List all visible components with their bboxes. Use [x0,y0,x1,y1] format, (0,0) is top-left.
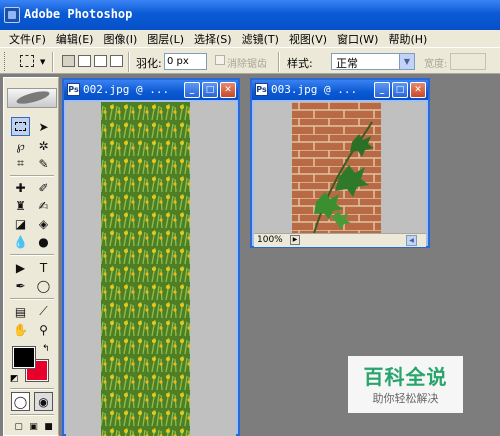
toolbox-header[interactable] [7,88,57,108]
watermark: 百科全说 助你轻松解决 [348,356,463,413]
menu-view[interactable]: 视图(V) [284,31,332,47]
document-window-002[interactable]: Ps 002.jpg @ ... _ □ ✕ [62,78,240,436]
eraser-tool-icon[interactable]: ◪ [11,214,30,233]
photoshop-feather-icon [15,88,51,107]
document-titlebar[interactable]: Ps 002.jpg @ ... _ □ ✕ [64,80,238,100]
toolbox-separator [10,414,54,416]
menu-image[interactable]: 图像(I) [98,31,142,47]
hand-tool-icon[interactable]: ✋ [11,320,30,339]
path-selection-icon[interactable]: ▶ [11,258,30,277]
scroll-left-button[interactable]: ◀ [406,235,417,246]
clone-stamp-icon[interactable]: ♜ [11,196,30,215]
default-colors-icon[interactable]: ◩ [10,374,19,384]
minimize-button[interactable]: _ [184,82,200,98]
crop-tool-icon[interactable]: ⌗ [11,154,30,173]
subtract-from-selection-button[interactable] [94,55,107,67]
menu-bar: 文件(F) 编辑(E) 图像(I) 图层(L) 选择(S) 滤镜(T) 视图(V… [0,30,500,47]
toolbox-separator [10,175,54,177]
photoshop-app-icon [4,7,20,23]
document-status-bar: 100% ▶ ◀ [254,233,426,247]
menu-edit[interactable]: 编辑(E) [51,31,99,47]
standard-mode-icon[interactable]: ◯ [11,392,30,411]
style-value: 正常 [336,57,358,70]
maximize-button[interactable]: □ [392,82,408,98]
minimize-button[interactable]: _ [374,82,390,98]
intersect-selection-button[interactable] [110,55,123,67]
ellipse-tool-icon[interactable]: ◯ [34,276,53,295]
watermark-subtitle: 助你轻松解决 [372,392,439,405]
flower-field-image [66,102,236,436]
document-canvas[interactable] [66,102,236,436]
toolbox-separator [10,298,54,300]
menu-file[interactable]: 文件(F) [4,31,51,47]
move-tool-icon[interactable]: ➤ [34,117,53,136]
width-label: 宽度: [424,59,448,70]
chevron-down-icon[interactable]: ▼ [399,54,414,69]
document-titlebar[interactable]: Ps 003.jpg @ ... _ □ ✕ [252,80,428,100]
brush-tool-icon[interactable]: ✐ [34,178,53,197]
new-selection-button[interactable] [62,55,75,67]
menu-select[interactable]: 选择(S) [189,31,237,47]
dodge-tool-icon[interactable]: ● [34,232,53,251]
screen-mode-full-icon[interactable]: ■ [39,417,58,436]
foreground-color-swatch[interactable] [12,346,36,369]
toolbox-separator [10,388,54,390]
menu-help[interactable]: 帮助(H) [383,31,432,47]
antialias-label: 消除锯齿 [227,59,267,70]
maximize-button[interactable]: □ [202,82,218,98]
magic-wand-icon[interactable]: ✲ [34,136,53,155]
options-separator [278,52,280,72]
feather-label: 羽化: [136,57,162,70]
document-icon: Ps [67,83,80,96]
options-separator [128,52,130,72]
toolbox-separator [10,254,54,256]
menu-window[interactable]: 窗口(W) [332,31,383,47]
style-select[interactable]: 正常 ▼ [331,53,415,70]
ivy-brick-image [254,102,426,233]
menu-layer[interactable]: 图层(L) [142,31,189,47]
document-name: 003.jpg @ ... [271,83,358,96]
slice-tool-icon[interactable]: ✎ [34,154,53,173]
quick-mask-mode-icon[interactable]: ◉ [34,392,53,411]
healing-brush-icon[interactable]: ✚ [11,178,30,197]
watermark-title: 百科全说 [363,365,448,389]
lasso-tool-icon[interactable]: ℘ [11,136,30,155]
history-brush-icon[interactable]: ✍ [34,196,53,215]
document-icon: Ps [255,83,268,96]
document-name: 002.jpg @ ... [83,83,170,96]
options-separator [52,52,54,72]
options-bar: ▼ 羽化: 消除锯齿 样式: 正常 ▼ 宽度: [0,47,500,74]
paint-bucket-icon[interactable]: ◈ [34,214,53,233]
add-to-selection-button[interactable] [78,55,91,67]
marquee-tool-icon[interactable] [11,117,30,136]
app-titlebar: Adobe Photoshop [0,0,500,30]
zoom-level: 100% [257,235,283,245]
width-input [450,53,486,70]
toolbox: ➤ ℘ ✲ ⌗ ✎ ✚ ✐ ♜ ✍ ◪ ◈ 💧 ● ▶ T ✒ ◯ ▤ ⟋ ✋ … [3,77,59,436]
close-button[interactable]: ✕ [410,82,426,98]
pen-tool-icon[interactable]: ✒ [11,276,30,295]
rectangular-marquee-preset-icon[interactable] [20,55,34,67]
document-canvas[interactable] [254,102,426,233]
app-title: Adobe Photoshop [24,7,133,21]
zoom-tool-icon[interactable]: ⚲ [34,320,53,339]
style-label: 样式: [287,57,313,70]
feather-input[interactable] [164,53,207,70]
eyedropper-icon[interactable]: ⟋ [34,302,53,321]
antialias-checkbox[interactable] [215,55,225,65]
status-menu-button[interactable]: ▶ [290,235,300,245]
menu-filter[interactable]: 滤镜(T) [237,31,284,47]
options-bar-grip[interactable] [4,52,7,71]
close-button[interactable]: ✕ [220,82,236,98]
notes-tool-icon[interactable]: ▤ [11,302,30,321]
blur-tool-icon[interactable]: 💧 [11,232,30,251]
type-tool-icon[interactable]: T [34,258,53,277]
document-window-003[interactable]: Ps 003.jpg @ ... _ □ ✕ 100% ▶ ◀ [250,78,430,248]
swap-colors-icon[interactable]: ↰ [42,344,50,354]
tool-preset-dropdown-icon[interactable]: ▼ [40,58,45,66]
